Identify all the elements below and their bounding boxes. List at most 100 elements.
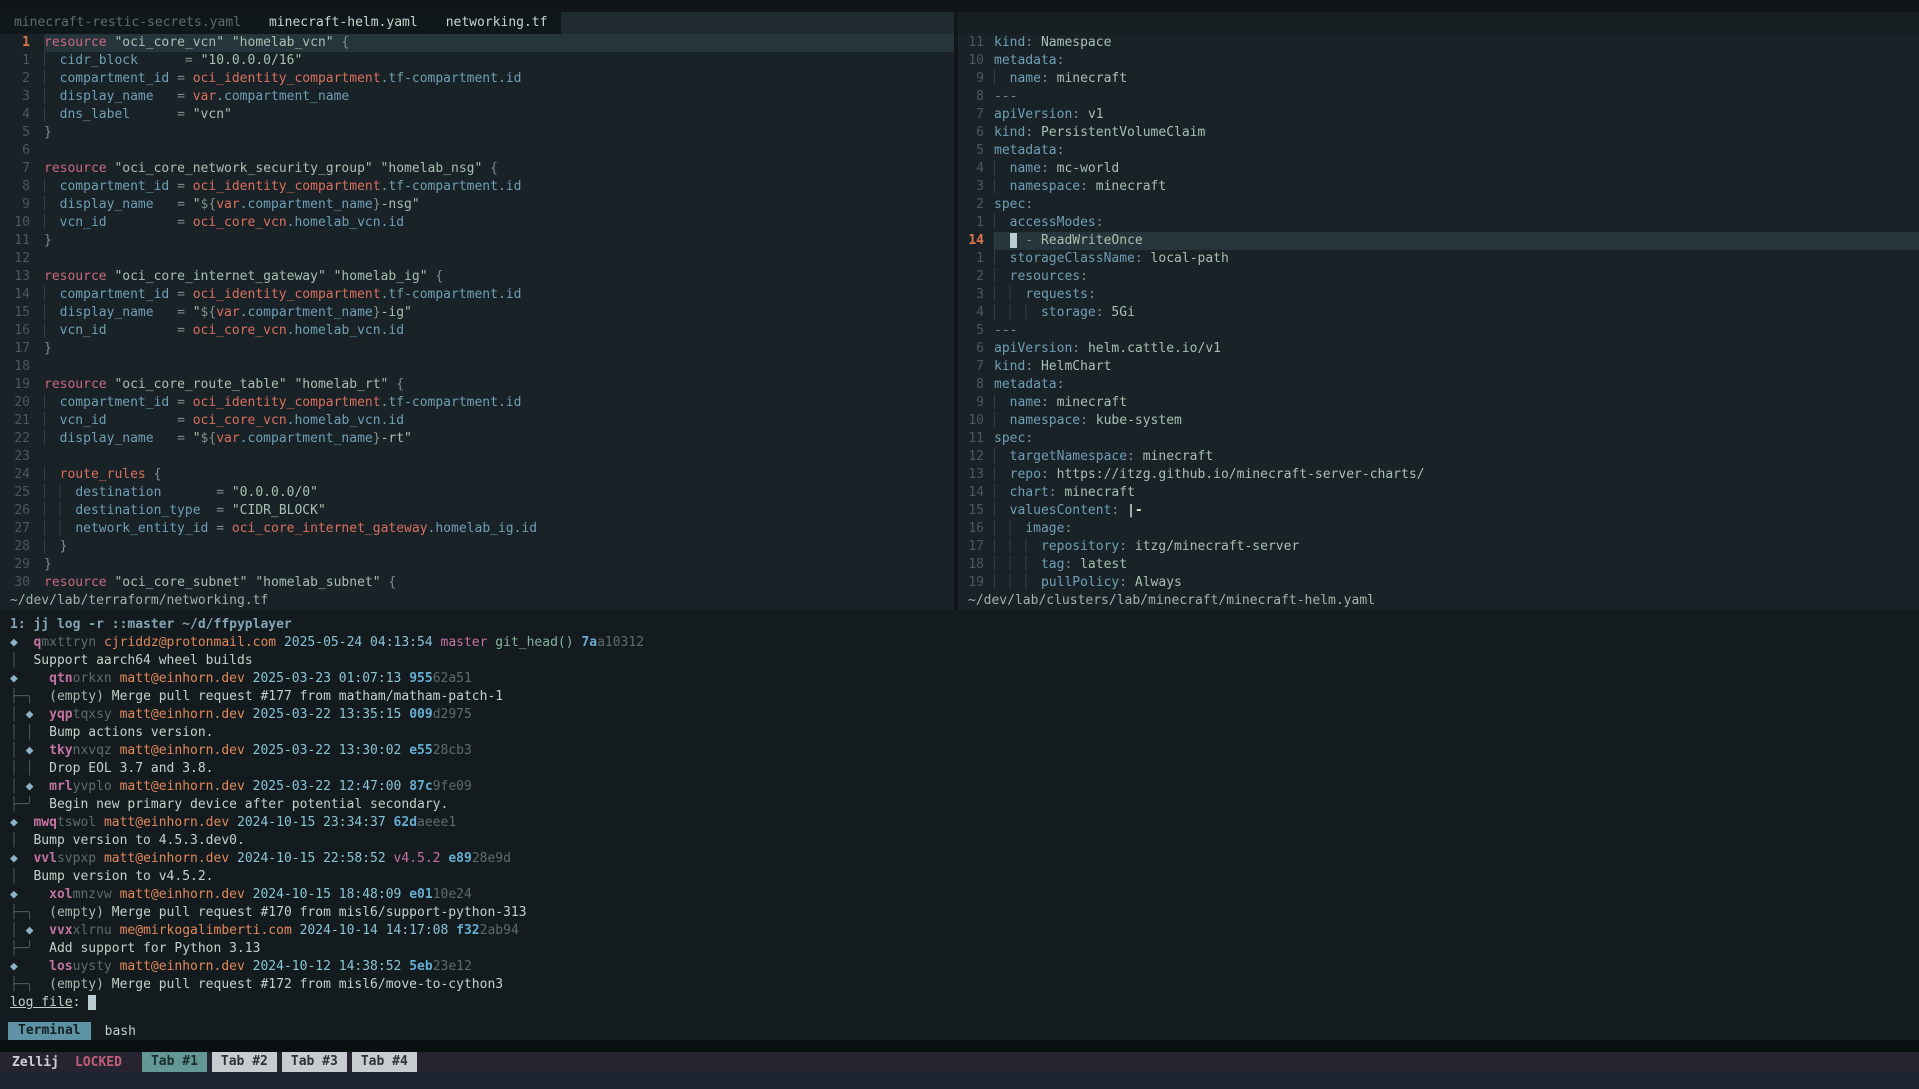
code-line: 21▏ vcn_id = oci_core_vcn.homelab_vcn.id xyxy=(0,412,954,430)
line-number: 5 xyxy=(958,142,984,160)
editor-tab[interactable]: networking.tf xyxy=(432,12,562,34)
line-number: 5 xyxy=(0,124,30,142)
log-line: ◆ mwqtswol matt@einhorn.dev 2024-10-15 2… xyxy=(10,814,1919,832)
line-number: 3 xyxy=(958,178,984,196)
line-number: 7 xyxy=(958,358,984,376)
yaml-code-area[interactable]: 11kind: Namespace10metadata:9▏ name: min… xyxy=(958,34,1919,592)
line-number: 2 xyxy=(0,70,30,88)
code-line: 4▏ ▏ ▏ storage: 5Gi xyxy=(958,304,1919,322)
zellij-tab[interactable]: Tab #2 xyxy=(212,1052,277,1072)
code-line: 6 xyxy=(0,142,954,160)
code-line: 17▏ ▏ ▏ repository: itzg/minecraft-serve… xyxy=(958,538,1919,556)
prompt-label: log file xyxy=(10,995,73,1010)
code-line: 6apiVersion: helm.cattle.io/v1 xyxy=(958,340,1919,358)
prompt-separator: : xyxy=(73,995,89,1010)
code-line: 1▏ cidr_block = "10.0.0.0/16" xyxy=(0,52,954,70)
left-statusline-path: ~/dev/lab/terraform/networking.tf xyxy=(0,592,954,610)
zellij-tab[interactable]: Tab #3 xyxy=(282,1052,347,1072)
code-line: 18 xyxy=(0,358,954,376)
code-line: 2▏ compartment_id = oci_identity_compart… xyxy=(0,70,954,88)
code-line: 14▏ chart: minecraft xyxy=(958,484,1919,502)
code-line: 3▏ ▏ requests: xyxy=(958,286,1919,304)
editor-tab[interactable]: minecraft-helm.yaml xyxy=(255,12,432,34)
code-line: 7kind: HelmChart xyxy=(958,358,1919,376)
log-line: ├─╮ (empty) Merge pull request #177 from… xyxy=(10,688,1919,706)
line-number: 8 xyxy=(958,376,984,394)
zellij-mode-indicator: LOCKED xyxy=(75,1055,122,1070)
line-number: 14 xyxy=(0,286,30,304)
code-line: 4▏ name: mc-world xyxy=(958,160,1919,178)
code-line: 14▏ compartment_id = oci_identity_compar… xyxy=(0,286,954,304)
code-line: 25▏ ▏ destination = "0.0.0.0/0" xyxy=(0,484,954,502)
log-line: │ ◆ yqptqxsy matt@einhorn.dev 2025-03-22… xyxy=(10,706,1919,724)
line-number: 10 xyxy=(958,52,984,70)
log-line: ├─╯ Add support for Python 3.13 xyxy=(10,940,1919,958)
code-line: 9▏ name: minecraft xyxy=(958,394,1919,412)
log-line: │ Bump version to 4.5.3.dev0. xyxy=(10,832,1919,850)
zellij-tab[interactable]: Tab #1 xyxy=(142,1052,207,1072)
code-line: 23 xyxy=(0,448,954,466)
terraform-editor-pane[interactable]: minecraft-restic-secrets.yamlminecraft-h… xyxy=(0,12,954,610)
line-number: 18 xyxy=(0,358,30,376)
log-line: ◆ qtnorkxn matt@einhorn.dev 2025-03-23 0… xyxy=(10,670,1919,688)
line-number: 9 xyxy=(0,196,30,214)
code-line: 15▏ display_name = "${var.compartment_na… xyxy=(0,304,954,322)
log-line: │ ◆ tkynxvqz matt@einhorn.dev 2025-03-22… xyxy=(10,742,1919,760)
code-line: 5metadata: xyxy=(958,142,1919,160)
code-line: 8▏ compartment_id = oci_identity_compart… xyxy=(0,178,954,196)
line-number: 21 xyxy=(0,412,30,430)
log-line: │ Bump version to v4.5.2. xyxy=(10,868,1919,886)
buffer-tabbar: minecraft-restic-secrets.yamlminecraft-h… xyxy=(0,12,954,34)
line-number: 30 xyxy=(0,574,30,592)
terraform-code-area[interactable]: 1resource "oci_core_vcn" "homelab_vcn" {… xyxy=(0,34,954,592)
line-number: 14 xyxy=(958,232,984,250)
code-line: 11spec: xyxy=(958,430,1919,448)
bottom-strip xyxy=(0,1072,1919,1089)
line-number: 28 xyxy=(0,538,30,556)
line-number: 15 xyxy=(958,502,984,520)
terminal-pane[interactable]: 1: jj log -r ::master ~/d/ffpyplayer ◆ q… xyxy=(0,610,1919,1022)
tabbar-filler xyxy=(561,12,954,34)
line-number: 13 xyxy=(0,268,30,286)
code-line: 8--- xyxy=(958,88,1919,106)
line-number: 14 xyxy=(958,484,984,502)
line-number: 6 xyxy=(0,142,30,160)
line-number: 1 xyxy=(0,52,30,70)
code-line: 6kind: PersistentVolumeClaim xyxy=(958,124,1919,142)
line-number: 9 xyxy=(958,70,984,88)
line-number: 16 xyxy=(0,322,30,340)
editor-panes-row: minecraft-restic-secrets.yamlminecraft-h… xyxy=(0,0,1919,610)
code-line: 11} xyxy=(0,232,954,250)
code-line: 16▏ vcn_id = oci_core_vcn.homelab_vcn.id xyxy=(0,322,954,340)
line-number: 1 xyxy=(958,214,984,232)
zellij-status-bar: Zellij LOCKED Tab #1Tab #2Tab #3Tab #4 xyxy=(0,1052,1919,1072)
line-number: 11 xyxy=(0,232,30,250)
code-line: 27▏ ▏ network_entity_id = oci_core_inter… xyxy=(0,520,954,538)
code-line: 14▏ - ReadWriteOnce xyxy=(958,232,1919,250)
pane-name-bar: Terminal bash xyxy=(0,1022,1919,1040)
line-number: 17 xyxy=(0,340,30,358)
terminal-title: 1: jj log -r ::master ~/d/ffpyplayer xyxy=(10,616,1919,634)
log-line: ◆ vvlsvpxp matt@einhorn.dev 2024-10-15 2… xyxy=(10,850,1919,868)
pane-name-chip[interactable]: Terminal xyxy=(8,1022,91,1040)
code-line: 16▏ ▏ image: xyxy=(958,520,1919,538)
code-line: 5--- xyxy=(958,322,1919,340)
zellij-tab[interactable]: Tab #4 xyxy=(352,1052,417,1072)
editor-tab[interactable]: minecraft-restic-secrets.yaml xyxy=(0,12,255,34)
line-number: 6 xyxy=(958,124,984,142)
code-line: 20▏ compartment_id = oci_identity_compar… xyxy=(0,394,954,412)
code-line: 19resource "oci_core_route_table" "homel… xyxy=(0,376,954,394)
line-number: 7 xyxy=(0,160,30,178)
code-line: 15▏ valuesContent: |- xyxy=(958,502,1919,520)
code-line: 24▏ route_rules { xyxy=(0,466,954,484)
terminal-cursor xyxy=(88,995,96,1010)
line-number: 24 xyxy=(0,466,30,484)
shell-prompt[interactable]: log file: xyxy=(10,994,1919,1012)
yaml-editor-pane[interactable]: 11kind: Namespace10metadata:9▏ name: min… xyxy=(958,12,1919,610)
line-number: 4 xyxy=(958,304,984,322)
log-line: ◆ losuysty matt@einhorn.dev 2024-10-12 1… xyxy=(10,958,1919,976)
code-line: 30resource "oci_core_subnet" "homelab_su… xyxy=(0,574,954,592)
line-number: 3 xyxy=(0,88,30,106)
line-number: 1 xyxy=(958,250,984,268)
line-number: 9 xyxy=(958,394,984,412)
